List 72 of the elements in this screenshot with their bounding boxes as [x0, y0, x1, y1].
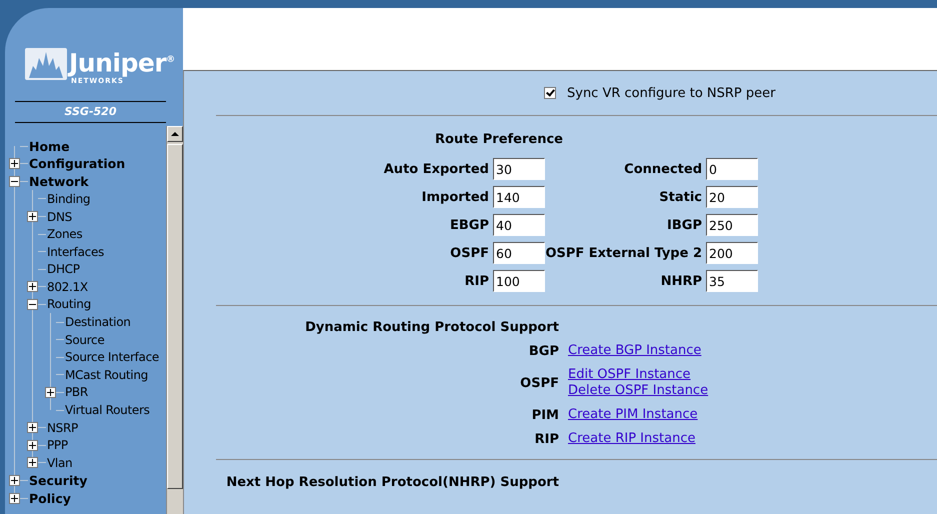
device-model: SSG-520 — [15, 101, 166, 124]
preference-input[interactable]: 60 — [493, 242, 545, 264]
instance-link[interactable]: Create BGP Instance — [568, 343, 702, 359]
field-label: Auto Exported — [382, 162, 490, 176]
nav-item[interactable]: Source Interface — [65, 350, 159, 364]
nav-item[interactable]: DNS — [47, 210, 72, 224]
section-title: Route Preference — [434, 132, 564, 147]
field-label: Static — [658, 190, 703, 204]
nav-item[interactable]: 802.1X — [47, 280, 88, 294]
expand-toggle[interactable] — [9, 492, 20, 504]
nav-item[interactable]: NSRP — [47, 420, 78, 435]
field-label: NHRP — [660, 274, 703, 288]
expand-toggle[interactable] — [27, 281, 38, 292]
expand-toggle[interactable] — [27, 440, 38, 451]
nav-item[interactable]: Binding — [47, 192, 90, 206]
expand-toggle[interactable] — [27, 211, 38, 222]
nav-item[interactable]: Virtual Routers — [65, 403, 150, 418]
expand-toggle[interactable] — [45, 386, 56, 398]
field-label: EBGP — [449, 218, 490, 232]
nav-item[interactable]: PBR — [65, 385, 88, 400]
protocol-label: RIP — [534, 432, 559, 446]
nav-item[interactable]: Network — [29, 174, 89, 189]
nav-item[interactable]: Home — [29, 138, 70, 154]
nav-item[interactable]: PPP — [47, 438, 68, 452]
protocol-label: OSPF — [520, 376, 559, 390]
nav-item[interactable]: Vlan — [47, 456, 72, 470]
expand-toggle[interactable] — [9, 158, 20, 170]
preference-input[interactable]: 35 — [706, 270, 758, 292]
nav-item[interactable]: Source — [65, 332, 104, 347]
preference-input[interactable]: 40 — [493, 214, 545, 236]
protocol-label: PIM — [532, 408, 559, 422]
preference-input[interactable]: 140 — [493, 186, 545, 208]
instance-link[interactable]: Edit OSPF Instance — [568, 367, 708, 383]
nav-item[interactable]: Destination — [65, 315, 131, 330]
preference-input[interactable]: 30 — [493, 158, 545, 180]
field-label: OSPF — [449, 246, 490, 260]
nav-item[interactable]: Policy — [29, 490, 71, 506]
expand-toggle[interactable] — [9, 474, 20, 486]
nav-item[interactable]: DHCP — [47, 262, 80, 276]
scroll-up-button[interactable] — [167, 126, 183, 142]
logo-wordmark: Juniper$^{®}$ — [69, 47, 175, 78]
scroll-thumb[interactable] — [167, 144, 183, 490]
tree-logo-icon — [25, 48, 67, 80]
collapse-toggle[interactable] — [9, 176, 20, 187]
section-title: Dynamic Routing Protocol Support — [305, 320, 559, 335]
instance-link[interactable]: Delete OSPF Instance — [568, 383, 708, 399]
instance-link[interactable]: Create RIP Instance — [568, 431, 696, 447]
preference-input[interactable]: 100 — [493, 270, 545, 292]
preference-input[interactable]: 20 — [706, 186, 758, 208]
field-label: Connected — [623, 162, 703, 176]
sync-checkbox[interactable] — [544, 87, 556, 99]
protocol-label: BGP — [528, 344, 559, 358]
field-label: OSPF External Type 2 — [545, 246, 703, 260]
scrollbar[interactable] — [166, 126, 183, 514]
section-title: Next Hop Resolution Protocol(NHRP) Support — [226, 475, 559, 490]
field-label: Imported — [420, 190, 490, 204]
field-label: IBGP — [666, 218, 703, 232]
nav-item[interactable]: Configuration — [29, 156, 126, 172]
preference-input[interactable]: 250 — [706, 214, 758, 236]
field-label: RIP — [464, 274, 490, 288]
instance-link[interactable]: Create PIM Instance — [568, 407, 698, 423]
nav-item[interactable]: MCast Routing — [65, 368, 148, 382]
collapse-toggle[interactable] — [27, 298, 38, 310]
expand-toggle[interactable] — [27, 422, 38, 434]
expand-toggle[interactable] — [27, 457, 38, 468]
nav-item[interactable]: Security — [29, 472, 88, 488]
nav-item[interactable]: Routing — [47, 297, 91, 312]
preference-input[interactable]: 0 — [706, 158, 758, 180]
nav-item[interactable]: Zones — [47, 227, 82, 242]
checkbox-label: Sync VR configure to NSRP peer — [567, 86, 776, 100]
preference-input[interactable]: 200 — [706, 242, 758, 264]
nav-item[interactable]: Interfaces — [47, 244, 104, 259]
